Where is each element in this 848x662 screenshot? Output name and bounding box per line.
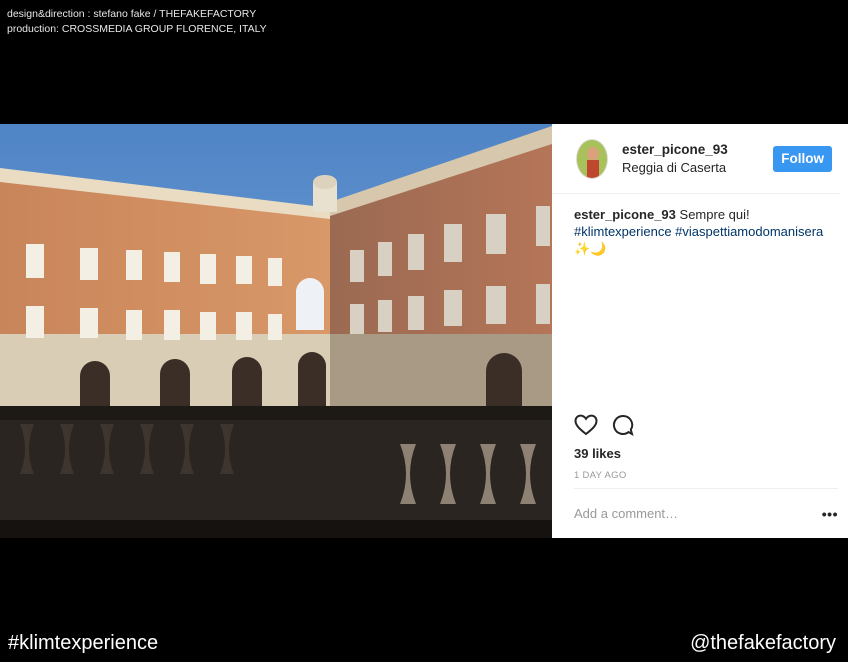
- follow-button[interactable]: Follow: [773, 145, 832, 172]
- post-photo[interactable]: [0, 124, 552, 538]
- post-caption: ester_picone_93 Sempre qui! #klimtexperi…: [552, 194, 848, 257]
- username-link[interactable]: ester_picone_93: [622, 142, 773, 157]
- comment-icon[interactable]: [612, 414, 634, 436]
- post-header: ester_picone_93 Reggia di Caserta Follow: [552, 124, 840, 194]
- caption-emoji: ✨🌙: [574, 241, 607, 256]
- caption-text: Sempre qui!: [679, 207, 750, 222]
- post-sidebar: ester_picone_93 Reggia di Caserta Follow…: [552, 124, 848, 538]
- credits-production: production: CROSSMEDIA GROUP FLORENCE, I…: [7, 23, 267, 35]
- footer-hashtag: #klimtexperience: [8, 632, 159, 654]
- comment-input[interactable]: [574, 506, 774, 521]
- location-link[interactable]: Reggia di Caserta: [622, 160, 773, 175]
- credits: design&direction : stefano fake / THEFAK…: [7, 7, 267, 37]
- user-block: ester_picone_93 Reggia di Caserta: [622, 142, 773, 175]
- likes-count[interactable]: 39 likes: [574, 446, 621, 461]
- post-actions: [574, 414, 634, 436]
- footer-handle: @thefakefactory: [690, 632, 836, 654]
- avatar-image: [577, 139, 607, 178]
- credits-direction: design&direction : stefano fake / THEFAK…: [7, 8, 257, 20]
- avatar[interactable]: [576, 138, 608, 179]
- post-timestamp: 1 DAY AGO: [574, 470, 627, 481]
- caption-username[interactable]: ester_picone_93: [574, 207, 676, 222]
- caption-hashtags[interactable]: #klimtexperience #viaspettiamodomanisera: [574, 224, 823, 239]
- more-options-icon[interactable]: •••: [822, 506, 838, 522]
- instagram-post: ester_picone_93 Reggia di Caserta Follow…: [0, 124, 848, 538]
- comment-row: •••: [574, 488, 838, 538]
- palace-courtyard-image: [0, 124, 552, 538]
- heart-icon[interactable]: [574, 414, 598, 436]
